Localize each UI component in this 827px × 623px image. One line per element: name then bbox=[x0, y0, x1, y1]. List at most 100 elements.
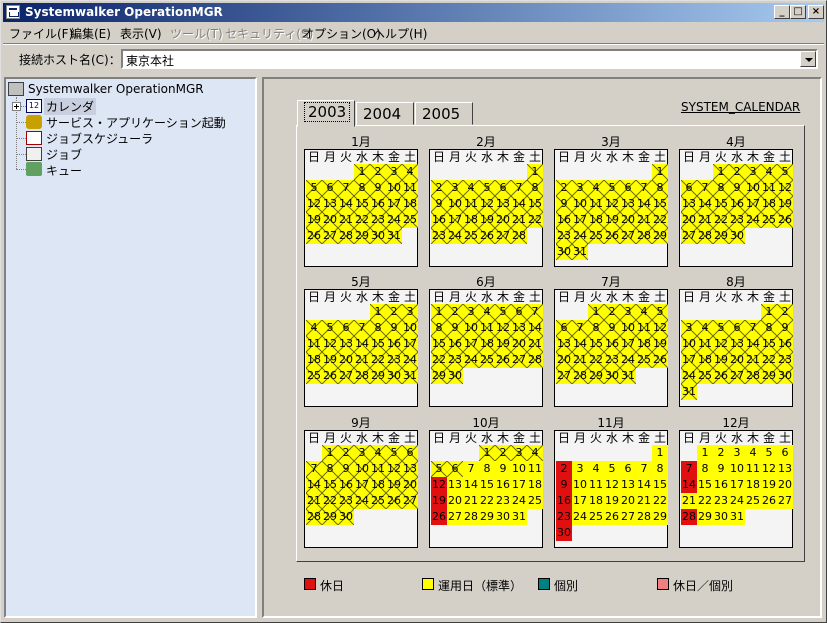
calendar-day[interactable]: 24 bbox=[386, 212, 402, 228]
calendar-day[interactable]: 11 bbox=[745, 461, 761, 477]
calendar-day[interactable]: 21 bbox=[511, 212, 527, 228]
calendar-day[interactable]: 10 bbox=[354, 461, 370, 477]
calendar-day[interactable]: 26 bbox=[479, 228, 495, 244]
calendar-day[interactable]: 16 bbox=[338, 477, 354, 493]
calendar-day[interactable]: 27 bbox=[338, 368, 354, 384]
calendar-day[interactable]: 21 bbox=[463, 493, 479, 509]
calendar-day[interactable]: 20 bbox=[495, 212, 511, 228]
calendar-day[interactable]: 31 bbox=[572, 244, 588, 260]
calendar-day[interactable]: 5 bbox=[495, 304, 511, 320]
calendar-day[interactable]: 9 bbox=[556, 477, 572, 493]
calendar-day[interactable]: 31 bbox=[511, 509, 527, 525]
calendar-day[interactable]: 18 bbox=[370, 477, 386, 493]
calendar-day[interactable]: 15 bbox=[370, 336, 386, 352]
calendar-day[interactable]: 3 bbox=[681, 320, 697, 336]
calendar-day[interactable]: 29 bbox=[652, 509, 668, 525]
calendar-day[interactable]: 27 bbox=[447, 509, 463, 525]
calendar-day[interactable]: 4 bbox=[761, 164, 777, 180]
calendar-day[interactable]: 7 bbox=[697, 180, 713, 196]
calendar-day[interactable]: 25 bbox=[370, 493, 386, 509]
close-button[interactable]: × bbox=[808, 5, 824, 19]
calendar-day[interactable]: 21 bbox=[338, 212, 354, 228]
calendar-day[interactable]: 17 bbox=[681, 352, 697, 368]
calendar-day[interactable]: 13 bbox=[556, 336, 572, 352]
tree-item-calendar[interactable]: カレンダ bbox=[44, 98, 97, 115]
calendar-day[interactable]: 6 bbox=[620, 180, 636, 196]
calendar-day[interactable]: 15 bbox=[588, 336, 604, 352]
calendar-day[interactable]: 24 bbox=[681, 368, 697, 384]
calendar-day[interactable]: 15 bbox=[652, 196, 668, 212]
calendar-day[interactable]: 26 bbox=[306, 228, 322, 244]
calendar-day[interactable]: 27 bbox=[777, 493, 793, 509]
calendar-day[interactable]: 4 bbox=[588, 180, 604, 196]
calendar-day[interactable]: 28 bbox=[681, 509, 697, 525]
calendar-day[interactable]: 2 bbox=[556, 180, 572, 196]
calendar-day[interactable]: 8 bbox=[479, 461, 495, 477]
calendar-day[interactable]: 13 bbox=[620, 477, 636, 493]
calendar-day[interactable]: 26 bbox=[604, 509, 620, 525]
calendar-day[interactable]: 4 bbox=[745, 445, 761, 461]
calendar-day[interactable]: 3 bbox=[354, 445, 370, 461]
calendar-day[interactable]: 12 bbox=[431, 477, 447, 493]
calendar-day[interactable]: 8 bbox=[527, 180, 543, 196]
calendar-day[interactable]: 3 bbox=[572, 180, 588, 196]
calendar-day[interactable]: 19 bbox=[479, 212, 495, 228]
calendar-day[interactable]: 10 bbox=[447, 196, 463, 212]
calendar-day[interactable]: 24 bbox=[620, 352, 636, 368]
calendar-day[interactable]: 7 bbox=[572, 320, 588, 336]
calendar-day[interactable]: 19 bbox=[713, 352, 729, 368]
calendar-day[interactable]: 14 bbox=[463, 477, 479, 493]
calendar-day[interactable]: 18 bbox=[402, 196, 418, 212]
calendar-day[interactable]: 10 bbox=[402, 320, 418, 336]
calendar-day[interactable]: 12 bbox=[306, 196, 322, 212]
calendar-day[interactable]: 12 bbox=[479, 196, 495, 212]
menu-file[interactable]: ファイル(F) bbox=[9, 25, 73, 42]
app-icon[interactable] bbox=[6, 5, 20, 19]
calendar-day[interactable]: 28 bbox=[463, 509, 479, 525]
calendar-day[interactable]: 18 bbox=[306, 352, 322, 368]
calendar-day[interactable]: 8 bbox=[697, 461, 713, 477]
calendar-day[interactable]: 25 bbox=[636, 352, 652, 368]
calendar-day[interactable]: 16 bbox=[386, 336, 402, 352]
calendar-day[interactable]: 29 bbox=[479, 509, 495, 525]
tab-2005[interactable]: 2005 bbox=[415, 102, 473, 125]
calendar-day[interactable]: 8 bbox=[713, 180, 729, 196]
calendar-day[interactable]: 17 bbox=[572, 493, 588, 509]
calendar-day[interactable]: 8 bbox=[652, 461, 668, 477]
calendar-day[interactable]: 11 bbox=[306, 336, 322, 352]
calendar-day[interactable]: 8 bbox=[322, 461, 338, 477]
calendar-day[interactable]: 14 bbox=[572, 336, 588, 352]
calendar-day[interactable]: 6 bbox=[729, 320, 745, 336]
calendar-day[interactable]: 9 bbox=[338, 461, 354, 477]
calendar-day[interactable]: 19 bbox=[386, 477, 402, 493]
calendar-day[interactable]: 6 bbox=[447, 461, 463, 477]
calendar-day[interactable]: 6 bbox=[402, 445, 418, 461]
calendar-day[interactable]: 20 bbox=[447, 493, 463, 509]
minimize-button[interactable]: _ bbox=[774, 5, 790, 19]
calendar-day[interactable]: 22 bbox=[527, 212, 543, 228]
calendar-day[interactable]: 5 bbox=[652, 304, 668, 320]
calendar-day[interactable]: 26 bbox=[604, 228, 620, 244]
calendar-day[interactable]: 29 bbox=[761, 368, 777, 384]
calendar-day[interactable]: 18 bbox=[527, 477, 543, 493]
calendar-day[interactable]: 17 bbox=[354, 477, 370, 493]
calendar-day[interactable]: 30 bbox=[447, 368, 463, 384]
calendar-day[interactable]: 12 bbox=[761, 461, 777, 477]
calendar-day[interactable]: 1 bbox=[431, 304, 447, 320]
calendar-day[interactable]: 1 bbox=[354, 164, 370, 180]
calendar-day[interactable]: 17 bbox=[572, 212, 588, 228]
calendar-day[interactable]: 8 bbox=[354, 180, 370, 196]
calendar-day[interactable]: 8 bbox=[370, 320, 386, 336]
calendar-day[interactable]: 23 bbox=[729, 212, 745, 228]
calendar-day[interactable]: 16 bbox=[777, 336, 793, 352]
calendar-day[interactable]: 2 bbox=[495, 445, 511, 461]
calendar-day[interactable]: 22 bbox=[322, 493, 338, 509]
calendar-day[interactable]: 10 bbox=[729, 461, 745, 477]
calendar-day[interactable]: 23 bbox=[370, 212, 386, 228]
calendar-day[interactable]: 30 bbox=[386, 368, 402, 384]
calendar-day[interactable]: 10 bbox=[463, 320, 479, 336]
calendar-day[interactable]: 22 bbox=[479, 493, 495, 509]
calendar-day[interactable]: 21 bbox=[697, 212, 713, 228]
tab-2004[interactable]: 2004 bbox=[356, 102, 414, 125]
calendar-day[interactable]: 12 bbox=[777, 180, 793, 196]
